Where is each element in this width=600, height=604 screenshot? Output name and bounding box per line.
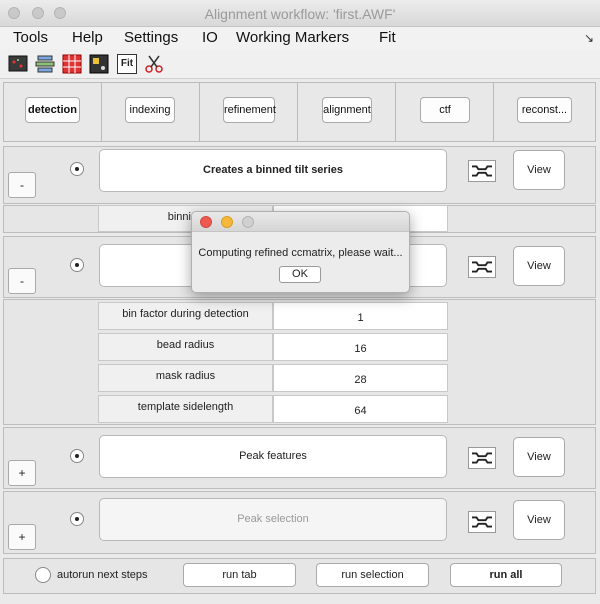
collapse-button[interactable]: - — [8, 172, 36, 198]
wrench-icon[interactable] — [468, 511, 496, 533]
run-all-button[interactable]: run all — [450, 563, 562, 587]
collapse-button[interactable]: - — [8, 268, 36, 294]
step-description-button[interactable]: Peak selection — [99, 498, 447, 541]
param-value-field[interactable]: 16 — [273, 333, 448, 361]
menu-working-markers[interactable]: Working Markers — [236, 29, 349, 46]
tab-reconstruction[interactable]: reconst... — [517, 97, 572, 123]
expand-button[interactable]: + — [8, 524, 36, 550]
step-radio[interactable] — [70, 512, 84, 526]
view-button[interactable]: View — [513, 500, 565, 540]
step-radio[interactable] — [70, 162, 84, 176]
param-label: bead radius — [98, 333, 273, 361]
param-value-field[interactable]: 64 — [273, 395, 448, 423]
tab-refinement[interactable]: refinement — [223, 97, 276, 123]
param-value-field[interactable]: 1 — [273, 302, 448, 330]
dialog-message: Computing refined ccmatrix, please wait.… — [198, 247, 403, 259]
scissors-icon[interactable] — [144, 54, 164, 74]
expand-button[interactable]: + — [8, 460, 36, 486]
step-description-button[interactable]: Peak features — [99, 435, 447, 478]
stack-icon[interactable] — [35, 54, 55, 74]
resize-arrow-icon[interactable]: ↘ — [584, 31, 594, 45]
param-label: template sidelength — [98, 395, 273, 423]
grid-icon[interactable] — [62, 54, 82, 74]
tab-ctf[interactable]: ctf — [420, 97, 470, 123]
step-description-button[interactable]: Creates a binned tilt series — [99, 149, 447, 192]
view-button[interactable]: View — [513, 150, 565, 190]
tab-indexing[interactable]: indexing — [125, 97, 175, 123]
window-title: Alignment workflow: 'first.AWF' — [204, 6, 396, 22]
autorun-radio[interactable] — [35, 567, 51, 583]
dialog-close-button[interactable] — [200, 216, 212, 228]
wrench-icon[interactable] — [468, 447, 496, 469]
ok-button[interactable]: OK — [279, 266, 321, 283]
menu-tools[interactable]: Tools — [13, 29, 48, 46]
screen-icon[interactable] — [8, 54, 28, 74]
view-button[interactable]: View — [513, 437, 565, 477]
menu-help[interactable]: Help — [72, 29, 103, 46]
param-label: bin factor during detection — [98, 302, 273, 330]
autorun-label: autorun next steps — [57, 569, 148, 581]
wrench-icon[interactable] — [468, 256, 496, 278]
param-value-field[interactable]: 28 — [273, 364, 448, 392]
step-radio[interactable] — [70, 449, 84, 463]
tab-alignment[interactable]: alignment — [322, 97, 372, 123]
run-tab-button[interactable]: run tab — [183, 563, 296, 587]
menu-io[interactable]: IO — [202, 29, 218, 46]
marker-icon[interactable] — [89, 54, 109, 74]
dialog-minimize-button[interactable] — [221, 216, 233, 228]
tab-detection[interactable]: detection — [25, 97, 80, 123]
menu-settings[interactable]: Settings — [124, 29, 178, 46]
menu-fit[interactable]: Fit — [379, 29, 396, 46]
step-radio[interactable] — [70, 258, 84, 272]
fit-icon[interactable]: Fit — [117, 54, 137, 74]
view-button[interactable]: View — [513, 246, 565, 286]
wrench-icon[interactable] — [468, 160, 496, 182]
run-selection-button[interactable]: run selection — [316, 563, 429, 587]
param-label: mask radius — [98, 364, 273, 392]
dialog-zoom-button[interactable] — [242, 216, 254, 228]
